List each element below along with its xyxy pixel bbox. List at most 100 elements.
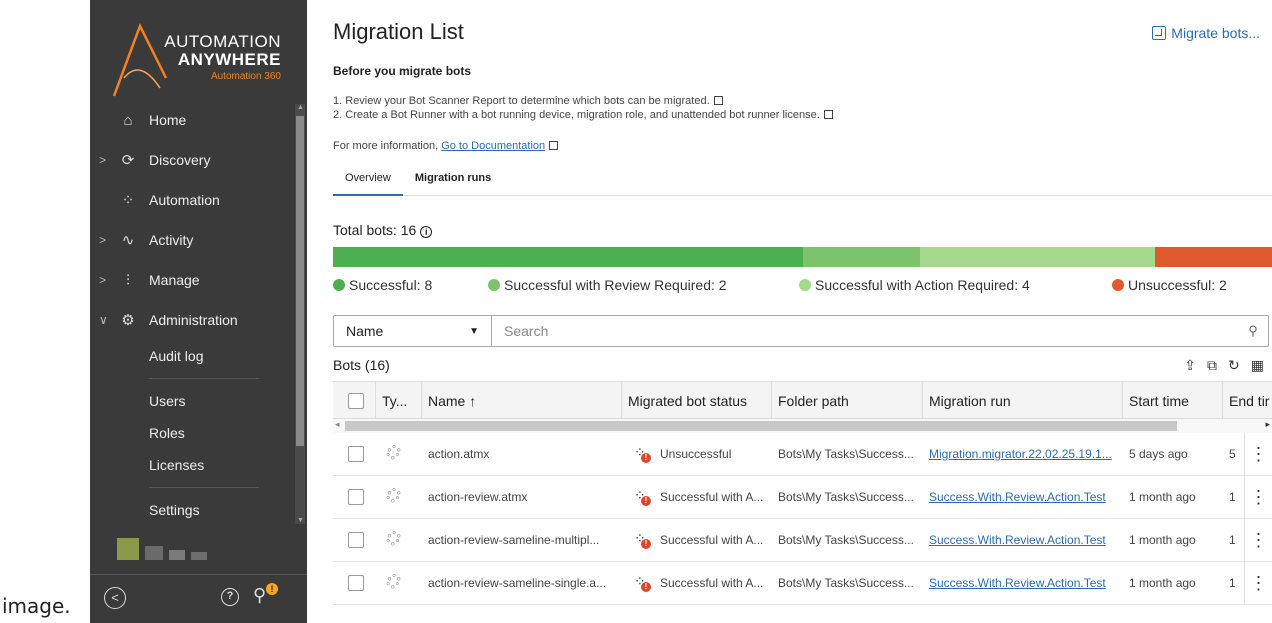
name-cell[interactable]: action-review-sameline-single.a... (422, 562, 622, 604)
sidebar-scroll-thumb[interactable] (296, 116, 304, 446)
column-header-name[interactable]: Name ↑ (422, 382, 622, 419)
user-avatar-blurred[interactable] (117, 538, 207, 560)
sidebar-item-discovery[interactable]: > ⟳ Discovery (90, 140, 297, 180)
name-cell[interactable]: action-review.atmx (422, 476, 622, 518)
table-toolbar: ⇪ ⧉ ↻ ▦ (1184, 357, 1264, 374)
row-actions-menu-button[interactable]: ⋮ (1244, 433, 1272, 475)
name-cell[interactable]: action.atmx (422, 433, 622, 475)
chevron-right-icon: > (99, 233, 107, 247)
sidebar-subitem-users[interactable]: Users (90, 385, 297, 417)
step-2-text: 2. Create a Bot Runner with a bot runnin… (333, 109, 820, 121)
legend-dot (333, 279, 345, 291)
table-row[interactable]: ∘°∘ °∘° action-review-sameline-single.a...… (333, 562, 1272, 605)
status-text: Unsuccessful (660, 447, 732, 461)
migration-run-cell: Migration.migrator.22.02.25.19.1... (923, 433, 1123, 475)
row-checkbox[interactable] (348, 489, 364, 505)
sidebar-item-administration[interactable]: ∨ ⚙ Administration (90, 300, 297, 340)
legend-label: Successful with Action Required: 4 (815, 277, 1030, 293)
screen: image. AUTOMATION ANYWHERE Automation 36… (0, 0, 1272, 623)
sidebar-item-home[interactable]: ⌂ Home (90, 100, 297, 140)
scroll-down-icon[interactable]: ▼ (297, 517, 304, 524)
filter-field-select[interactable]: Name ▼ (334, 316, 492, 346)
migration-run-link[interactable]: Success.With.Review.Action.Test (929, 490, 1106, 504)
sidebar-divider (149, 487, 259, 488)
info-icon[interactable]: i (420, 226, 433, 238)
row-checkbox[interactable] (348, 446, 364, 462)
scroll-left-icon[interactable]: ◂ (335, 419, 340, 430)
row-select-cell (333, 433, 376, 475)
legend-unsuccessful: Unsuccessful: 2 (1112, 277, 1227, 293)
migration-run-link[interactable]: Success.With.Review.Action.Test (929, 533, 1106, 547)
help-button[interactable]: ? (221, 588, 239, 606)
search-icon[interactable]: ⚲ (1238, 316, 1268, 346)
migrate-selected-icon[interactable]: ⧉ (1207, 357, 1217, 374)
status-progress-bar (333, 247, 1272, 267)
sidebar-subitem-settings[interactable]: Settings (90, 494, 297, 526)
external-link-icon[interactable] (823, 110, 833, 119)
table-header: Ty... Name ↑ Migrated bot status Folder … (333, 381, 1272, 419)
tab-overview[interactable]: Overview (333, 172, 403, 196)
sidebar-item-activity[interactable]: > ∿ Activity (90, 220, 297, 260)
folder-cell: Bots\My Tasks\Success... (778, 576, 914, 590)
row-actions-menu-button[interactable]: ⋮ (1244, 519, 1272, 561)
migration-run-link[interactable]: Migration.migrator.22.02.25.19.1... (929, 447, 1112, 461)
migration-status-icon: ⁘! (634, 444, 652, 464)
sidebar-subitem-roles[interactable]: Roles (90, 417, 297, 449)
column-header-end-time[interactable]: End tir (1223, 382, 1272, 419)
tab-migration-runs[interactable]: Migration runs (403, 172, 503, 196)
refresh-icon[interactable]: ↻ (1228, 357, 1240, 374)
sidebar-divider (149, 378, 259, 379)
type-cell: ∘°∘ °∘° (376, 562, 422, 604)
migrate-bots-label: Migrate bots... (1171, 25, 1260, 41)
column-header-type[interactable]: Ty... (376, 382, 422, 419)
table-row[interactable]: ∘°∘ °∘° action-review.atmx ⁘! Successful wit… (333, 476, 1272, 519)
migration-run-link[interactable]: Success.With.Review.Action.Test (929, 576, 1106, 590)
sidebar-scrollbar[interactable]: ▲ ▼ (295, 104, 305, 524)
sidebar-item-label: Automation (149, 192, 220, 208)
folder-cell: Bots\My Tasks\Success... (778, 490, 914, 504)
scroll-up-icon[interactable]: ▲ (297, 104, 304, 111)
migration-status-icon: ⁘! (634, 487, 652, 507)
legend-label: Successful: 8 (349, 277, 433, 293)
collapse-sidebar-button[interactable]: < (104, 587, 126, 609)
table-horizontal-scrollbar[interactable]: ◂ ▸ (333, 419, 1272, 433)
column-header-start-time[interactable]: Start time (1123, 382, 1223, 419)
migrate-icon (1152, 26, 1167, 40)
bot-type-icon: ∘°∘ °∘° (386, 530, 402, 550)
table-row[interactable]: ∘°∘ °∘° action.atmx ⁘! Unsuccessful Bots\My T… (333, 433, 1272, 476)
type-cell: ∘°∘ °∘° (376, 476, 422, 518)
sidebar-item-automation[interactable]: ⁘ Automation (90, 180, 297, 220)
columns-icon[interactable]: ▦ (1251, 357, 1264, 374)
migrate-bots-button[interactable]: Migrate bots... (1152, 25, 1260, 41)
column-header-migration-run[interactable]: Migration run (923, 382, 1123, 419)
sidebar-item-manage[interactable]: > ⫶ Manage (90, 260, 297, 300)
column-header-folder[interactable]: Folder path (772, 382, 923, 419)
search-input[interactable] (492, 316, 1238, 346)
external-link-icon[interactable] (549, 141, 559, 150)
home-icon: ⌂ (123, 111, 133, 129)
column-header-status[interactable]: Migrated bot status (622, 382, 772, 419)
migration-run-cell: Success.With.Review.Action.Test (923, 562, 1123, 604)
notifications-icon[interactable]: ⚲ (253, 585, 266, 606)
documentation-link[interactable]: Go to Documentation (441, 140, 545, 152)
row-actions-menu-button[interactable]: ⋮ (1244, 476, 1272, 518)
folder-cell: Bots\My Tasks\Success... (778, 447, 914, 461)
sidebar-subitem-audit-log[interactable]: Audit log (90, 340, 297, 372)
export-icon[interactable]: ⇪ (1184, 357, 1196, 374)
table-row[interactable]: ∘°∘ °∘° action-review-sameline-multipl... ⁘… (333, 519, 1272, 562)
sidebar-subitem-licenses[interactable]: Licenses (90, 449, 297, 481)
row-actions-menu-button[interactable]: ⋮ (1244, 562, 1272, 604)
external-link-icon[interactable] (713, 96, 723, 105)
select-all-checkbox[interactable] (348, 392, 364, 409)
row-checkbox[interactable] (348, 532, 364, 548)
name-cell[interactable]: action-review-sameline-multipl... (422, 519, 622, 561)
table-scroll-thumb[interactable] (345, 421, 1177, 431)
sidebar-item-label: Discovery (149, 152, 211, 168)
status-text: Successful with A... (660, 490, 764, 504)
legend-successful: Successful: 8 (333, 277, 432, 293)
row-checkbox[interactable] (348, 575, 364, 591)
scroll-right-icon[interactable]: ▸ (1265, 419, 1270, 430)
folder-cell: Bots\My Tasks\Success... (778, 533, 914, 547)
brand-logo: AUTOMATION ANYWHERE Automation 360 (90, 0, 307, 100)
migration-status-icon: ⁘! (634, 573, 652, 593)
